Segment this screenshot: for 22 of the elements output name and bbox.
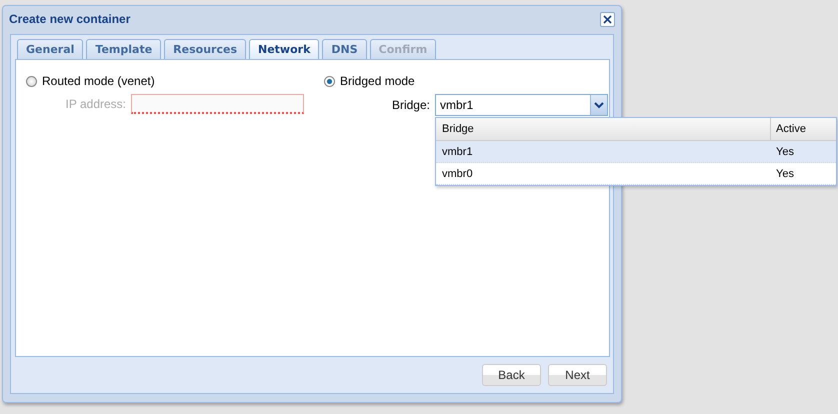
radio-label: Bridged mode [340,74,415,88]
radio-button[interactable] [324,76,335,86]
tab[interactable]: Template [86,39,162,59]
tab[interactable]: Network [249,39,320,59]
tab[interactable]: General [17,39,84,59]
field-label: Bridge: [392,98,430,112]
window-title: Create new container [9,12,130,26]
column-header: Bridge [436,118,771,140]
wizard-button[interactable]: Next [548,364,607,386]
wizard-button[interactable]: Back [482,364,541,386]
list-row[interactable]: vmbr1 Yes [436,141,836,163]
tab[interactable]: DNS [322,39,367,59]
list-row[interactable]: vmbr0 Yes [436,163,836,185]
field-label: IP address: [66,97,126,111]
close-button[interactable] [600,12,615,26]
radio-button[interactable] [26,76,37,86]
radio-label: Routed mode (venet) [42,74,155,88]
tab[interactable]: Resources [164,39,246,59]
bridge-combobox[interactable]: vmbr1 [435,94,608,116]
close-icon [603,14,612,24]
column-header: Active [775,123,807,135]
chevron-down-icon [594,102,604,108]
